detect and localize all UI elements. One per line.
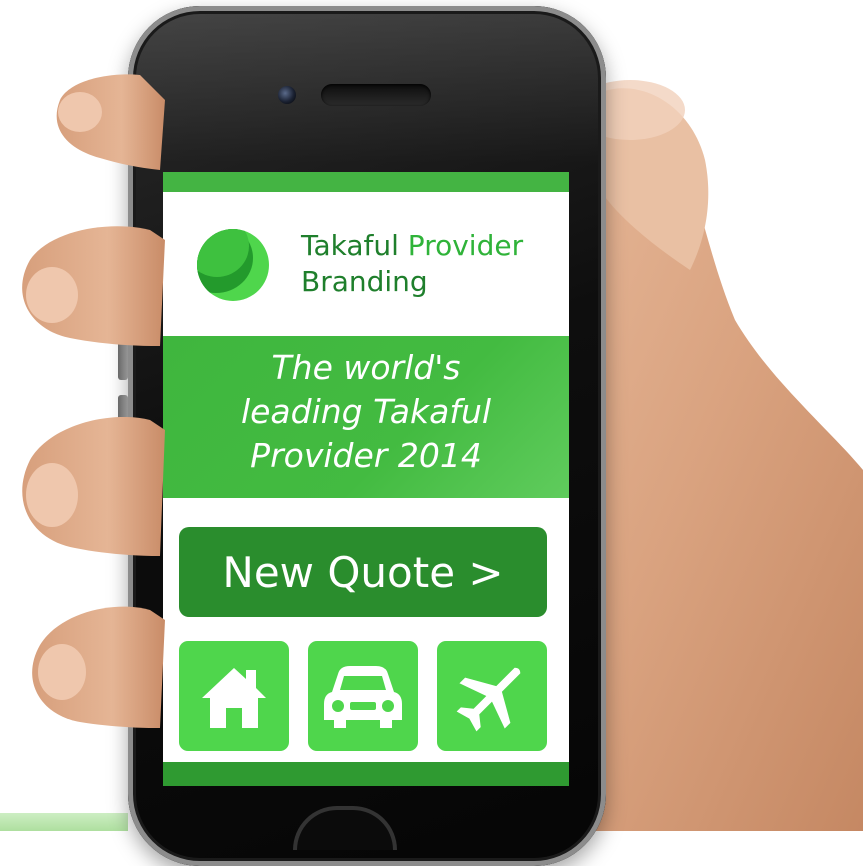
mobile-app-mockup: Takaful Provider Branding The world's le… bbox=[0, 0, 863, 866]
fingers-illustration bbox=[22, 74, 166, 728]
